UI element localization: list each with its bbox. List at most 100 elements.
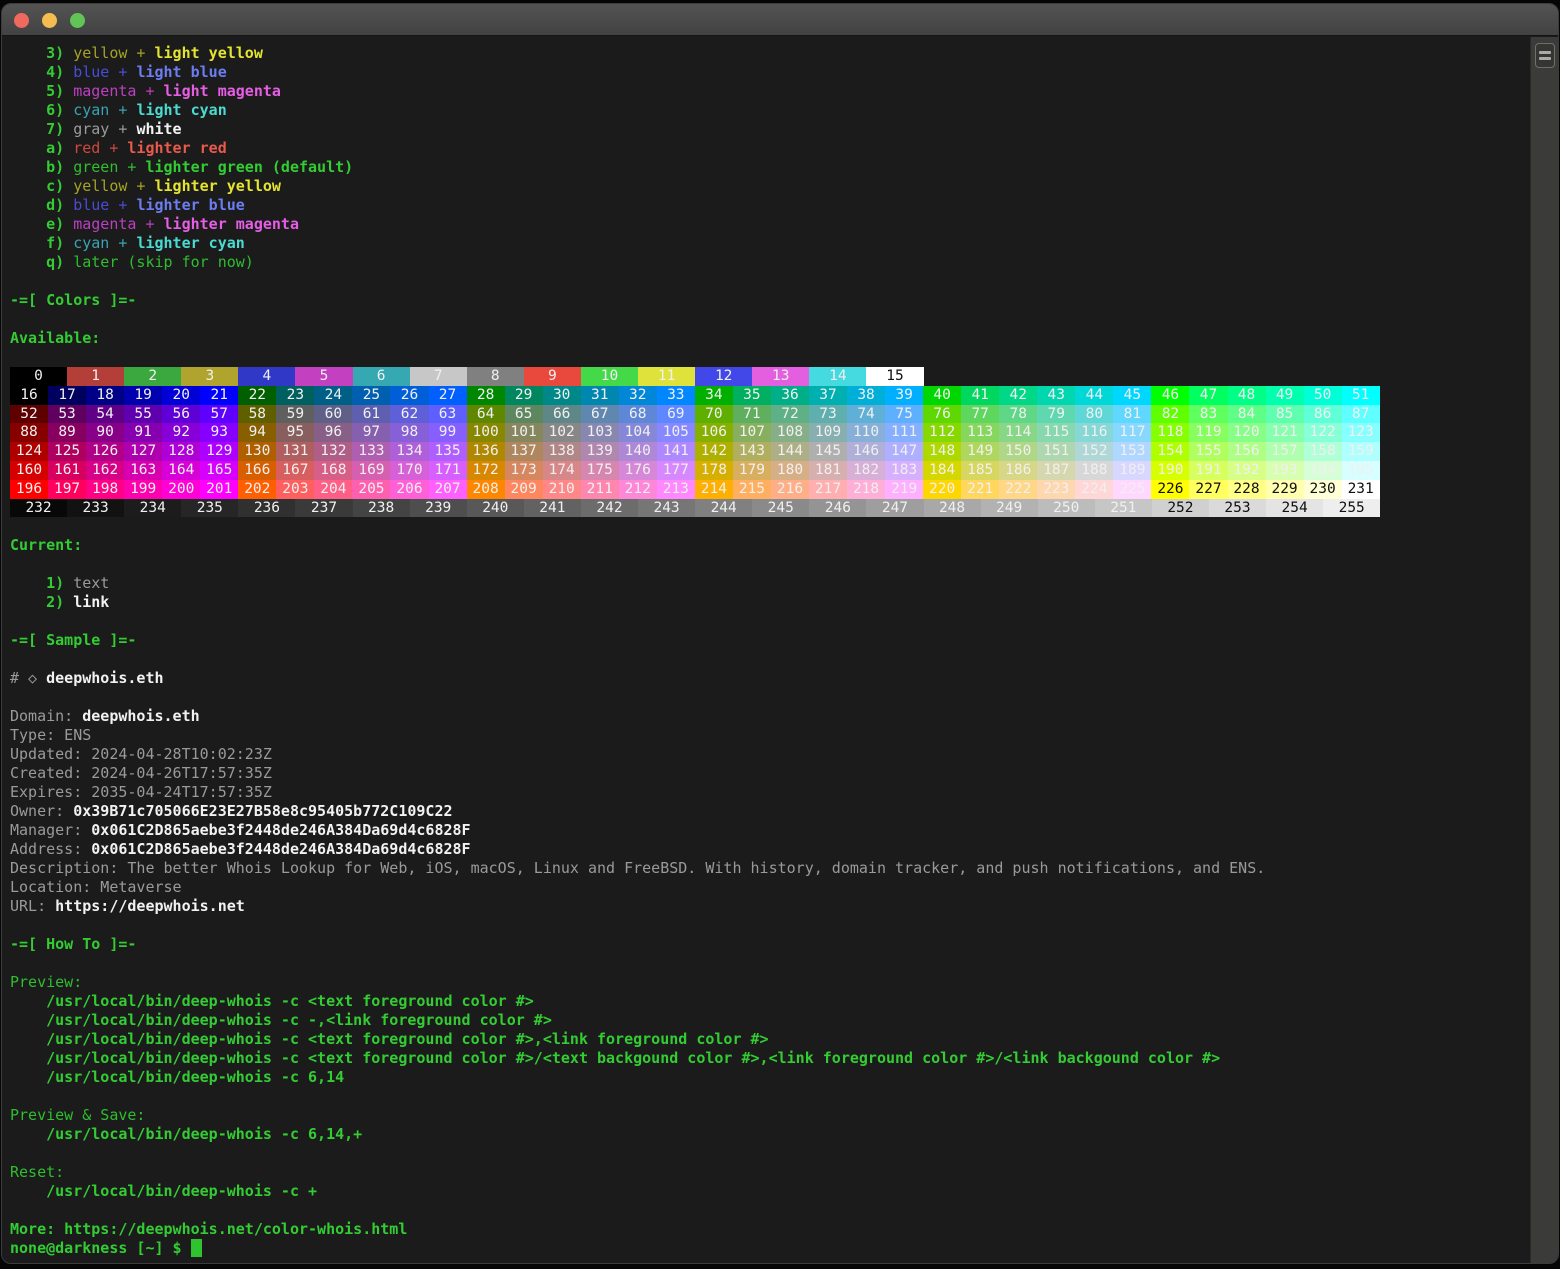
palette-cell-43: 43 [1037, 386, 1075, 405]
palette-cell-93: 93 [200, 423, 238, 442]
palette-cell-250: 250 [1038, 499, 1095, 518]
terminal-line [10, 1201, 1530, 1220]
palette-cell-228: 228 [1228, 480, 1266, 499]
palette-cell-190: 190 [1151, 461, 1189, 480]
palette-cell-31: 31 [581, 386, 619, 405]
terminal-line: Expires: 2035-04-24T17:57:35Z [10, 783, 1530, 802]
palette-cell-152: 152 [1075, 442, 1113, 461]
palette-cell-246: 246 [809, 499, 866, 518]
palette-cell-23: 23 [276, 386, 314, 405]
terminal-line: 3) yellow + light yellow [10, 44, 1530, 63]
palette-cell-72: 72 [771, 405, 809, 424]
palette-cell-214: 214 [695, 480, 733, 499]
terminal-line: Reset: [10, 1163, 1530, 1182]
palette-cell-19: 19 [124, 386, 162, 405]
terminal-line [10, 954, 1530, 973]
palette-cell-91: 91 [124, 423, 162, 442]
palette-cell-218: 218 [847, 480, 885, 499]
terminal-line [10, 1144, 1530, 1163]
palette-cell-248: 248 [924, 499, 981, 518]
palette-row: 0123456789101112131415 [10, 367, 1380, 386]
palette-cell-2: 2 [124, 367, 181, 386]
terminal-line: 2) link [10, 593, 1530, 612]
palette-cell-10: 10 [581, 367, 638, 386]
palette-cell-61: 61 [352, 405, 390, 424]
palette-cell-77: 77 [961, 405, 999, 424]
minimize-button[interactable] [42, 13, 57, 28]
terminal-line: Manager: 0x061C2D865aebe3f2448de246A384D… [10, 821, 1530, 840]
palette-cell-105: 105 [657, 423, 695, 442]
palette-cell-53: 53 [48, 405, 86, 424]
palette-cell-159: 159 [1342, 442, 1380, 461]
palette-cell-33: 33 [657, 386, 695, 405]
terminal-screen[interactable]: 3) yellow + light yellow 4) blue + light… [2, 37, 1530, 1263]
terminal-line: e) magenta + lighter magenta [10, 215, 1530, 234]
palette-cell-99: 99 [429, 423, 467, 442]
terminal-line: a) red + lighter red [10, 139, 1530, 158]
traffic-lights [14, 4, 85, 36]
terminal-line: -=[ Sample ]=- [10, 631, 1530, 650]
palette-cell-204: 204 [314, 480, 352, 499]
palette-cell-187: 187 [1037, 461, 1075, 480]
palette-cell-149: 149 [961, 442, 999, 461]
palette-cell-37: 37 [809, 386, 847, 405]
palette-cell-233: 233 [67, 499, 124, 518]
palette-cell-121: 121 [1266, 423, 1304, 442]
palette-cell-225: 225 [1113, 480, 1151, 499]
palette-cell-230: 230 [1304, 480, 1342, 499]
palette-cell-242: 242 [581, 499, 638, 518]
palette-cell-132: 132 [314, 442, 352, 461]
palette-cell-129: 129 [200, 442, 238, 461]
palette-cell-188: 188 [1075, 461, 1113, 480]
palette-cell-229: 229 [1266, 480, 1304, 499]
palette-cell-244: 244 [695, 499, 752, 518]
palette-cell-175: 175 [581, 461, 619, 480]
palette-cell-88: 88 [10, 423, 48, 442]
palette-cell-76: 76 [923, 405, 961, 424]
palette-cell-67: 67 [581, 405, 619, 424]
palette-cell-112: 112 [923, 423, 961, 442]
scrollbar-track[interactable] [1530, 37, 1558, 1263]
zoom-button[interactable] [70, 13, 85, 28]
palette-cell-32: 32 [619, 386, 657, 405]
palette-cell-74: 74 [847, 405, 885, 424]
terminal-line: /usr/local/bin/deep-whois -c 6,14 [10, 1068, 1530, 1087]
palette-cell-241: 241 [524, 499, 581, 518]
palette-cell-78: 78 [999, 405, 1037, 424]
palette-cell-116: 116 [1075, 423, 1113, 442]
palette-cell-12: 12 [695, 367, 752, 386]
palette-cell-153: 153 [1113, 442, 1151, 461]
palette-cell-136: 136 [467, 442, 505, 461]
terminal-line: /usr/local/bin/deep-whois -c <text foreg… [10, 1030, 1530, 1049]
palette-cell-40: 40 [923, 386, 961, 405]
palette-cell-25: 25 [352, 386, 390, 405]
palette-cell-86: 86 [1304, 405, 1342, 424]
palette-cell-59: 59 [276, 405, 314, 424]
terminal-line [10, 1087, 1530, 1106]
palette-cell-52: 52 [10, 405, 48, 424]
titlebar[interactable] [2, 4, 1558, 36]
palette-cell-83: 83 [1189, 405, 1227, 424]
palette-cell-120: 120 [1228, 423, 1266, 442]
palette-cell-224: 224 [1075, 480, 1113, 499]
palette-cell-184: 184 [923, 461, 961, 480]
close-button[interactable] [14, 13, 29, 28]
palette-cell-1: 1 [67, 367, 124, 386]
palette-cell-110: 110 [847, 423, 885, 442]
palette-cell-55: 55 [124, 405, 162, 424]
palette-cell-227: 227 [1189, 480, 1227, 499]
palette-row: 1241251261271281291301311321331341351361… [10, 442, 1380, 461]
terminal-line: 7) gray + white [10, 120, 1530, 139]
terminal-line: /usr/local/bin/deep-whois -c + [10, 1182, 1530, 1201]
palette-cell-148: 148 [923, 442, 961, 461]
terminal-cursor[interactable] [191, 1239, 202, 1257]
palette-cell-123: 123 [1342, 423, 1380, 442]
scroll-marker-button[interactable] [1535, 43, 1555, 68]
palette-cell-107: 107 [733, 423, 771, 442]
terminal-line [10, 517, 1530, 536]
palette-cell-252: 252 [1152, 499, 1209, 518]
palette-cell-160: 160 [10, 461, 48, 480]
palette-cell-48: 48 [1228, 386, 1266, 405]
palette-cell-57: 57 [200, 405, 238, 424]
palette-cell-142: 142 [695, 442, 733, 461]
